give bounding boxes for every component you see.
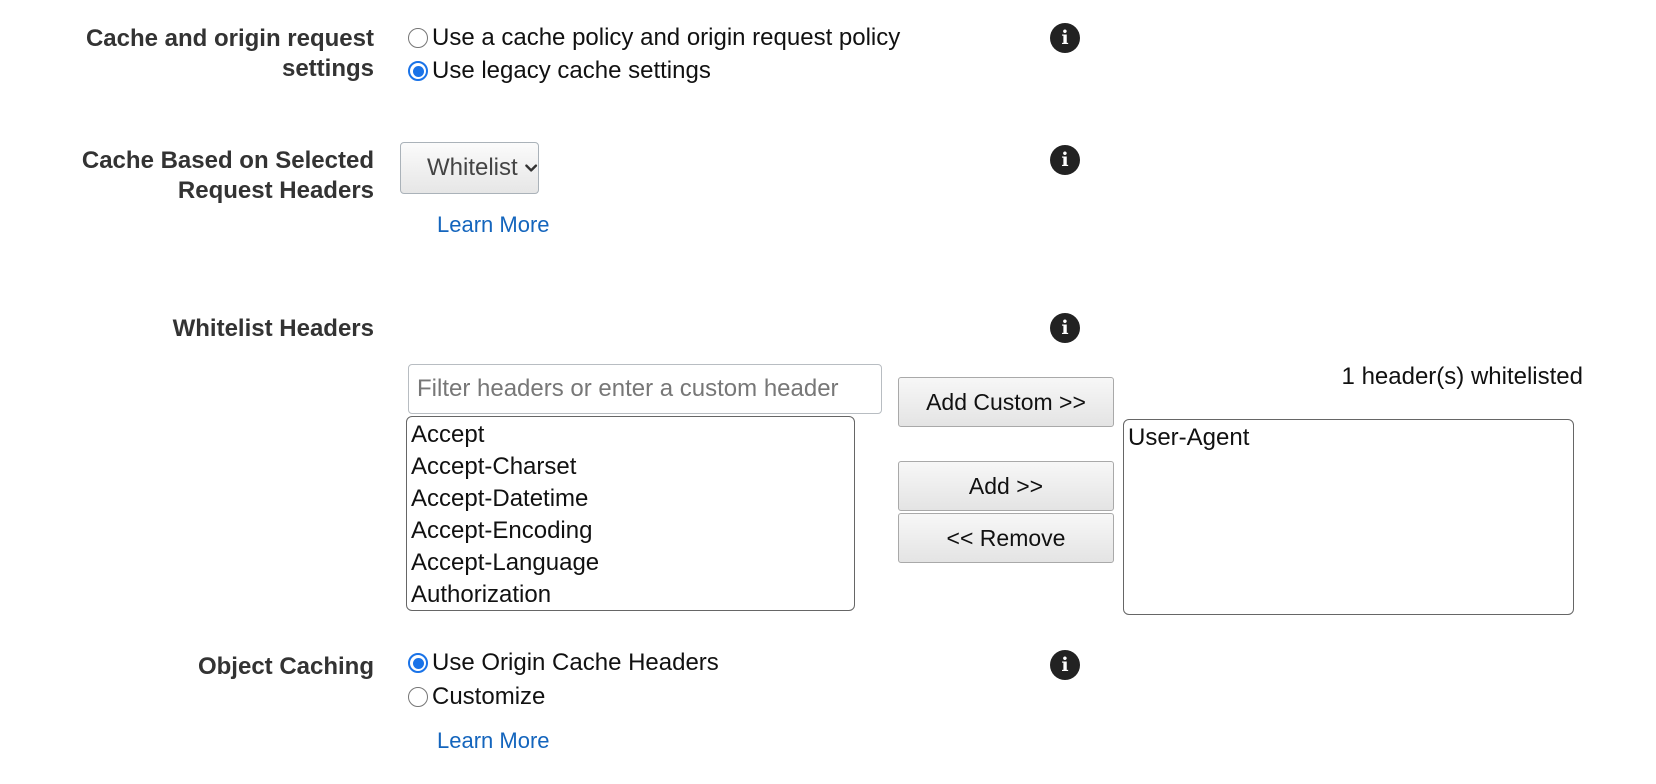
info-icon[interactable]: i xyxy=(1050,313,1080,343)
cache-settings-label-line1: Cache and origin request xyxy=(85,25,374,52)
whitelisted-headers-list[interactable]: User-Agent xyxy=(1123,419,1574,615)
list-item[interactable]: Accept xyxy=(411,419,850,451)
list-item[interactable]: Accept-Datetime xyxy=(411,483,850,515)
list-item[interactable]: Accept-Language xyxy=(411,547,850,579)
list-item[interactable]: User-Agent xyxy=(1128,422,1569,454)
cache-settings-label: Cache and origin request settings xyxy=(86,24,374,84)
radio-legacy-cache[interactable]: Use legacy cache settings xyxy=(408,56,711,86)
radio-customize-control[interactable] xyxy=(408,687,428,707)
radio-customize[interactable]: Customize xyxy=(408,682,545,712)
cache-headers-label-line2: Request Headers xyxy=(177,177,374,204)
radio-cache-policy[interactable]: Use a cache policy and origin request po… xyxy=(408,23,900,53)
radio-customize-label: Customize xyxy=(432,683,546,710)
list-item[interactable]: Accept-Encoding xyxy=(411,515,850,547)
object-caching-label: Object Caching xyxy=(197,653,374,680)
add-button[interactable]: Add >> xyxy=(898,461,1114,511)
radio-origin-cache-headers[interactable]: Use Origin Cache Headers xyxy=(408,648,719,678)
radio-origin-cache-headers-label: Use Origin Cache Headers xyxy=(432,649,719,676)
cache-headers-label-line1: Cache Based on Selected xyxy=(81,147,374,174)
available-headers-list[interactable]: Accept Accept-Charset Accept-Datetime Ac… xyxy=(406,416,855,611)
radio-cache-policy-label: Use a cache policy and origin request po… xyxy=(432,24,901,51)
info-icon[interactable]: i xyxy=(1050,23,1080,53)
whitelist-headers-label: Whitelist Headers xyxy=(172,315,374,342)
headers-dropdown-value: Whitelist xyxy=(427,154,518,181)
learn-more-link-caching[interactable]: Learn More xyxy=(437,728,550,754)
learn-more-link-headers[interactable]: Learn More xyxy=(437,212,550,238)
whitelisted-count: 1 header(s) whitelisted xyxy=(1341,363,1583,390)
filter-headers-input[interactable] xyxy=(408,364,882,414)
info-icon[interactable]: i xyxy=(1050,650,1080,680)
radio-cache-policy-control[interactable] xyxy=(408,28,428,48)
info-icon[interactable]: i xyxy=(1050,145,1080,175)
radio-origin-cache-headers-control[interactable] xyxy=(408,653,428,673)
list-item[interactable]: Accept-Charset xyxy=(411,451,850,483)
cache-settings-label-line2: settings xyxy=(281,55,374,82)
radio-legacy-cache-control[interactable] xyxy=(408,61,428,81)
radio-legacy-cache-label: Use legacy cache settings xyxy=(432,57,711,84)
add-custom-button[interactable]: Add Custom >> xyxy=(898,377,1114,427)
headers-dropdown[interactable]: Whitelist xyxy=(400,142,539,194)
remove-button[interactable]: << Remove xyxy=(898,513,1114,563)
chevron-down-icon xyxy=(524,164,537,172)
cache-headers-label: Cache Based on Selected Request Headers xyxy=(82,146,374,206)
list-item[interactable]: Authorization xyxy=(411,579,850,610)
